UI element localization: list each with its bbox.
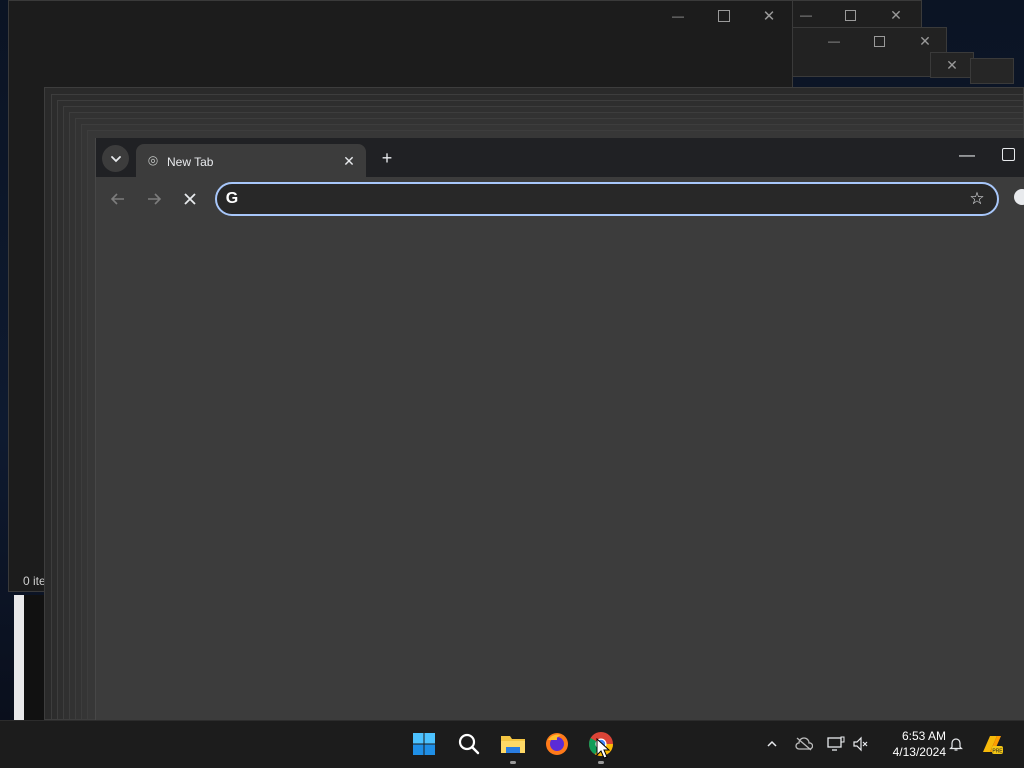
close-tab-icon[interactable]: ✕ <box>341 153 357 169</box>
background-window[interactable]: ✕ <box>930 52 974 78</box>
tab-strip[interactable]: ◎ New Tab ✕ + — <box>96 138 1024 178</box>
system-clock[interactable]: 6:53 AM 4/13/2024 <box>878 728 946 760</box>
maximize-icon[interactable] <box>835 1 865 29</box>
mouse-cursor-icon <box>596 738 610 759</box>
close-icon[interactable]: ✕ <box>937 53 967 77</box>
loading-icon: ◎ <box>147 153 159 167</box>
address-input[interactable] <box>251 190 955 210</box>
file-explorer-icon[interactable] <box>498 729 528 759</box>
google-logo-icon: G <box>225 190 239 207</box>
running-indicator <box>510 761 516 764</box>
chevron-up-icon[interactable] <box>763 735 781 753</box>
address-bar[interactable]: G ☆ <box>215 182 999 216</box>
maximize-icon[interactable] <box>1002 148 1015 161</box>
notification-bell-icon[interactable] <box>947 735 965 753</box>
firefox-logo-icon <box>546 733 568 755</box>
svg-text:PRE: PRE <box>992 749 1003 755</box>
minimize-icon[interactable]: — <box>655 1 701 31</box>
clock-time: 6:53 AM <box>901 729 946 743</box>
volume-muted-icon[interactable] <box>852 735 870 753</box>
close-icon <box>184 193 196 205</box>
magnifier-icon <box>458 733 480 755</box>
arrow-left-icon <box>110 193 124 205</box>
new-tab-button[interactable]: + <box>376 147 398 169</box>
start-icon[interactable] <box>409 729 439 759</box>
background-window <box>970 58 1014 84</box>
close-icon[interactable]: ✕ <box>746 1 792 31</box>
close-icon[interactable]: ✕ <box>881 1 911 29</box>
status-bar-text: 0 ite <box>23 574 46 588</box>
window-edge <box>24 595 44 720</box>
toolbar: G ☆ <box>96 177 1024 221</box>
taskbar: 6:53 AM 4/13/2024 PRE <box>0 720 1024 768</box>
running-indicator <box>598 761 604 764</box>
background-window[interactable]: — ✕ <box>790 0 922 30</box>
title-bar[interactable]: — ✕ <box>9 1 792 33</box>
firefox-icon[interactable] <box>542 729 572 759</box>
back-button[interactable] <box>106 187 130 211</box>
maximize-icon[interactable] <box>864 28 894 54</box>
minimize-icon[interactable]: — <box>819 28 849 54</box>
folder-icon <box>501 736 525 753</box>
forward-button[interactable] <box>142 187 166 211</box>
bookmark-star-icon[interactable]: ☆ <box>967 189 987 209</box>
background-window[interactable]: — ✕ <box>792 27 947 77</box>
minimize-icon[interactable]: — <box>791 1 821 29</box>
windows-logo-icon <box>413 733 435 755</box>
window-edge <box>14 595 24 720</box>
chrome-window[interactable]: ◎ New Tab ✕ + — G ☆ <box>95 138 1024 720</box>
profile-avatar-icon[interactable] <box>1014 189 1024 205</box>
onedrive-icon[interactable] <box>795 735 813 753</box>
arrow-right-icon <box>148 193 162 205</box>
page-content[interactable] <box>96 221 1024 720</box>
tab-new-tab[interactable]: ◎ New Tab ✕ <box>136 144 366 178</box>
close-icon[interactable]: ✕ <box>910 28 940 54</box>
tab-search-button[interactable] <box>102 145 129 172</box>
tab-title: New Tab <box>167 155 214 169</box>
search-icon[interactable] <box>454 729 484 759</box>
network-icon[interactable] <box>827 735 845 753</box>
maximize-icon[interactable] <box>701 1 747 31</box>
clock-date: 4/13/2024 <box>892 745 946 759</box>
copilot-icon[interactable]: PRE <box>980 732 1004 756</box>
stop-loading-button[interactable] <box>178 187 202 211</box>
chevron-down-icon <box>110 155 121 162</box>
minimize-icon[interactable]: — <box>954 146 980 166</box>
